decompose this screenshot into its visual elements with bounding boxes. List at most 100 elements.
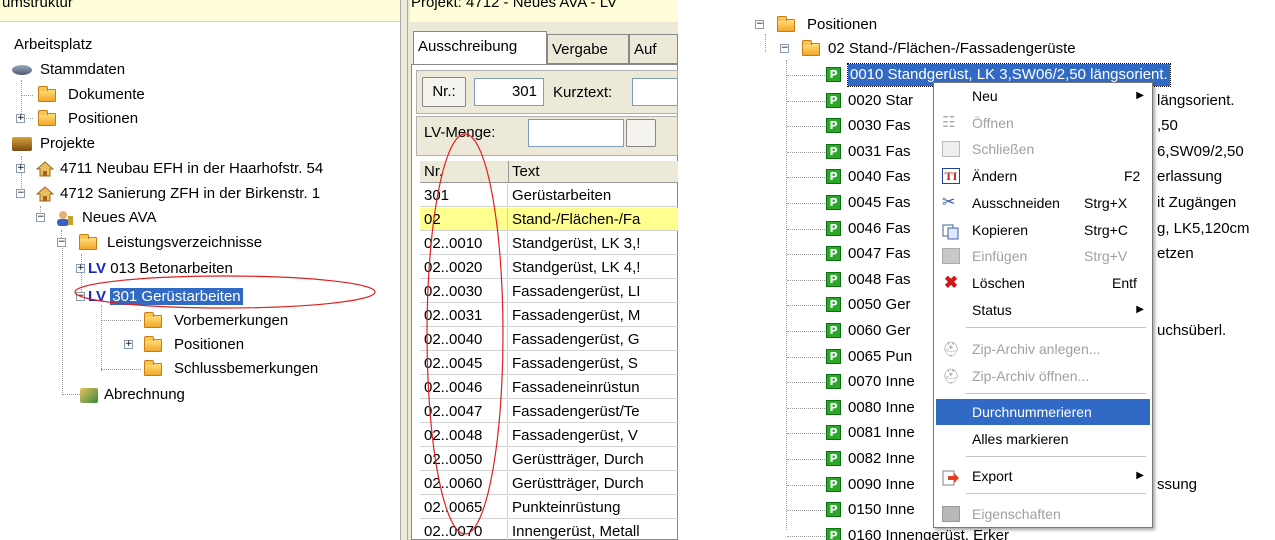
position-label-tail: erlassung bbox=[1157, 168, 1223, 186]
folder-icon bbox=[144, 336, 162, 352]
position-label-tail: uchsüberl. bbox=[1157, 322, 1227, 339]
column-header-text[interactable]: Text bbox=[512, 163, 540, 180]
menu-item-kopieren[interactable]: Kopieren Strg+C bbox=[936, 217, 1150, 243]
position-icon: P bbox=[826, 502, 841, 518]
menu-item-label: Status bbox=[972, 302, 1012, 318]
tree-header: umstruktur bbox=[0, 0, 400, 22]
menu-item-label: Ändern bbox=[972, 168, 1018, 184]
tab-label: Vergabe bbox=[552, 41, 608, 58]
position-label: 0080 Inne bbox=[848, 398, 915, 416]
expand-icon[interactable]: + bbox=[16, 114, 25, 123]
menu-separator bbox=[966, 393, 1146, 394]
position-label: 0040 Fas bbox=[848, 168, 911, 186]
submenu-arrow-icon: ▶ bbox=[1136, 90, 1144, 101]
window-close-icon bbox=[942, 141, 960, 157]
menu-item-shortcut: Strg+X bbox=[1084, 195, 1128, 211]
menu-item-export[interactable]: Export ▶ bbox=[936, 463, 1150, 489]
collapse-icon[interactable]: − bbox=[755, 20, 764, 29]
position-label-tail: etzen bbox=[1157, 245, 1194, 263]
menu-item-durchnummerieren[interactable]: Durchnummerieren bbox=[936, 399, 1150, 425]
position-icon: P bbox=[826, 323, 841, 338]
delete-icon: ✖ bbox=[943, 273, 959, 292]
tab-label: Ausschreibung bbox=[418, 38, 518, 55]
menu-item-shortcut: Entf bbox=[1112, 275, 1137, 291]
position-label: 0030 Fas bbox=[848, 117, 911, 135]
expand-icon[interactable]: + bbox=[124, 340, 133, 349]
lv-menge-button[interactable] bbox=[626, 119, 656, 147]
tree-item-label: Arbeitsplatz bbox=[14, 36, 93, 53]
annotation-ellipse bbox=[426, 133, 504, 535]
user-icon bbox=[56, 210, 74, 226]
tree-item-label: 4712 Sanierung ZFH in der Birkenstr. 1 bbox=[60, 185, 321, 202]
tree-item-label: Vorbemerkungen bbox=[174, 312, 289, 329]
collapse-icon[interactable]: − bbox=[780, 44, 789, 53]
menu-item-eigenschaften[interactable]: Eigenschaften bbox=[936, 501, 1150, 527]
position-label-tail: ,50 bbox=[1157, 117, 1178, 135]
properties-icon bbox=[942, 506, 960, 522]
tab-label: Auf bbox=[634, 41, 657, 58]
kurztext-field[interactable] bbox=[632, 78, 678, 106]
context-menu: Neu ▶ ☷ Öffnen Schließen TI Ändern F2 ✂ Aussc… bbox=[933, 82, 1153, 528]
menu-item-label: Alles markieren bbox=[972, 431, 1069, 447]
menu-item-zip-anlegen[interactable]: ⛑ Zip-Archiv anlegen... bbox=[936, 336, 1150, 362]
menu-item-shortcut: Strg+V bbox=[1084, 248, 1128, 264]
tree-item-label: Schlussbemerkungen bbox=[174, 360, 319, 377]
cell-text: Fassadeneinrüstun bbox=[512, 379, 640, 396]
lv-menge-field[interactable] bbox=[528, 119, 624, 147]
position-label: 0046 Fas bbox=[848, 219, 911, 237]
position-icon: P bbox=[826, 118, 841, 134]
cell-text: Punkteinrüstung bbox=[512, 499, 621, 516]
nr-field[interactable]: 301 bbox=[474, 78, 544, 106]
menu-item-neu[interactable]: Neu ▶ bbox=[936, 83, 1150, 109]
position-icon: P bbox=[826, 374, 841, 390]
tab-ausschreibung[interactable]: Ausschreibung bbox=[413, 31, 547, 65]
expand-icon[interactable]: + bbox=[16, 164, 25, 173]
nr-button-label: Nr.: bbox=[432, 83, 456, 100]
collapse-icon[interactable]: − bbox=[36, 213, 45, 222]
menu-item-oeffnen[interactable]: ☷ Öffnen bbox=[936, 110, 1150, 136]
cell-text: Fassadengerüst, G bbox=[512, 331, 640, 348]
position-label-tail: 6,SW09/2,50 bbox=[1157, 142, 1244, 160]
tree-item-label: Positionen bbox=[807, 16, 878, 33]
tree-item-label: Neues AVA bbox=[82, 209, 157, 226]
project-title: Projekt: 4712 - Neues AVA - LV bbox=[410, 0, 678, 22]
menu-item-schliessen[interactable]: Schließen bbox=[936, 136, 1150, 162]
invoice-icon bbox=[80, 388, 98, 403]
menu-item-zip-oeffnen[interactable]: ⛑ Zip-Archiv öffnen... bbox=[936, 363, 1150, 389]
tree-item-label: 02 Stand-/Flächen-/Fassadengerüste bbox=[828, 40, 1076, 57]
menu-item-alles-markieren[interactable]: Alles markieren bbox=[936, 426, 1150, 452]
annotation-ellipse bbox=[74, 275, 376, 309]
tree-item-label: 4711 Neubau EFH in der Haarhofstr. 54 bbox=[60, 160, 324, 177]
nr-button[interactable]: Nr.: bbox=[422, 77, 466, 107]
position-icon: P bbox=[826, 169, 841, 185]
position-label: 0045 Fas bbox=[848, 194, 911, 211]
menu-item-einfuegen[interactable]: Einfügen Strg+V bbox=[936, 243, 1150, 269]
menu-item-label: Schließen bbox=[972, 141, 1035, 157]
position-label: 0020 Star bbox=[848, 91, 914, 109]
position-label-tail: it Zugängen bbox=[1157, 194, 1237, 211]
tab-vergabe[interactable]: Vergabe bbox=[547, 34, 629, 64]
house-icon bbox=[36, 186, 54, 202]
folder-icon bbox=[144, 360, 162, 376]
menu-item-status[interactable]: Status ▶ bbox=[936, 297, 1150, 323]
position-label: 0065 Pun bbox=[848, 347, 913, 365]
splitter[interactable] bbox=[400, 0, 408, 540]
cell-text: Fassadengerüst/Te bbox=[512, 403, 640, 420]
paste-icon bbox=[942, 248, 960, 264]
nr-value: 301 bbox=[511, 83, 537, 100]
tree-item-label: Leistungsverzeichnisse bbox=[107, 234, 263, 251]
menu-item-ausschneiden[interactable]: ✂ Ausschneiden Strg+X bbox=[936, 190, 1150, 216]
tree-item-label: Dokumente bbox=[68, 86, 145, 103]
submenu-arrow-icon: ▶ bbox=[1136, 304, 1144, 315]
menu-item-aendern[interactable]: TI Ändern F2 bbox=[936, 163, 1150, 189]
position-icon: P bbox=[826, 92, 841, 108]
menu-item-label: Ausschneiden bbox=[972, 195, 1060, 211]
cell-text: Fassadengerüst, LI bbox=[512, 283, 641, 300]
folder-icon bbox=[38, 110, 56, 126]
collapse-icon[interactable]: − bbox=[16, 189, 25, 198]
position-label-tail: g, LK5,120cm bbox=[1157, 219, 1250, 237]
collapse-icon[interactable]: − bbox=[57, 238, 66, 247]
tab-auf[interactable]: Auf bbox=[629, 34, 678, 64]
position-label: 0082 Inne bbox=[848, 450, 915, 467]
menu-item-loeschen[interactable]: ✖ Löschen Entf bbox=[936, 270, 1150, 296]
